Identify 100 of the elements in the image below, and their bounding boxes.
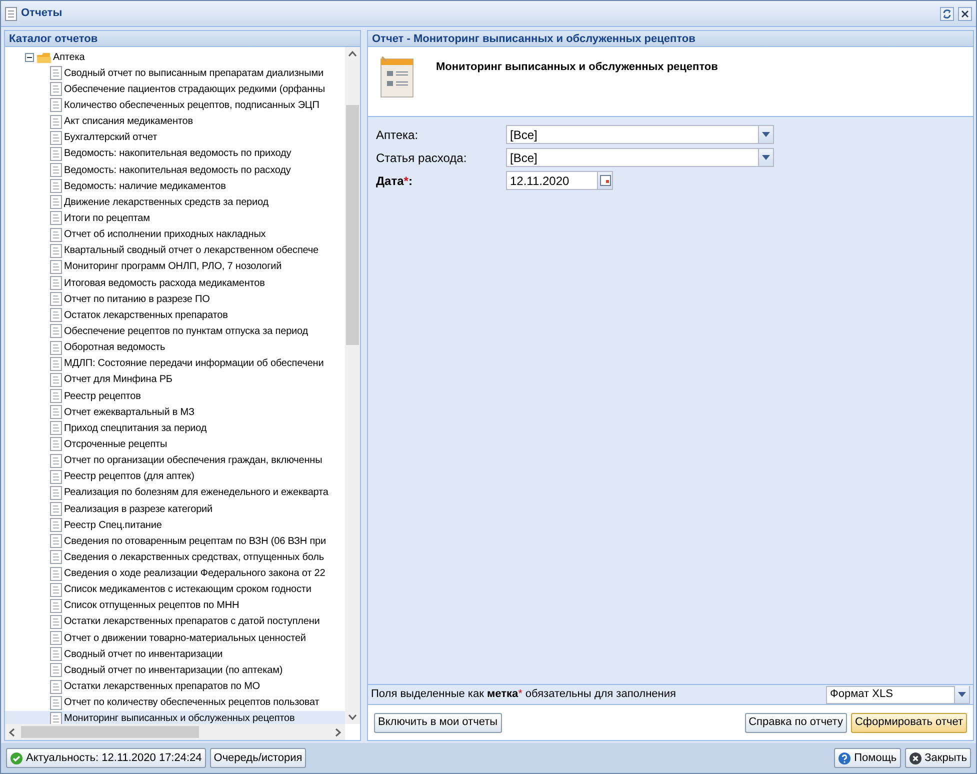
tree-item[interactable]: Ведомость: накопительная ведомость по расходу bbox=[62, 162, 293, 178]
document-icon bbox=[50, 614, 62, 629]
scroll-right-icon[interactable] bbox=[335, 728, 341, 737]
panel-header: Отчет - Мониторинг выписанных и обслуженных рецептов bbox=[368, 31, 973, 47]
help-icon bbox=[838, 752, 852, 764]
tree-item[interactable]: Квартальный сводный отчет о лекарственном обеспече bbox=[62, 243, 320, 258]
vertical-scrollbar[interactable] bbox=[345, 47, 360, 724]
document-icon bbox=[50, 663, 62, 678]
tree-item[interactable]: Мониторинг выписанных и обслуженных рецептов bbox=[62, 711, 297, 724]
status-button[interactable]: Помощь bbox=[834, 748, 901, 768]
document-icon bbox=[50, 502, 62, 516]
tree-item[interactable]: Итоги по рецептам bbox=[62, 210, 152, 226]
tree-item[interactable]: Реестр Спец.питание bbox=[62, 518, 164, 533]
tree-item[interactable]: Отчет для Минфина РБ bbox=[62, 372, 174, 388]
scroll-up-icon[interactable] bbox=[348, 51, 357, 57]
document-icon bbox=[50, 324, 62, 338]
tree-item[interactable]: Отсроченные рецепты bbox=[62, 436, 170, 452]
close-icon bbox=[908, 752, 922, 764]
tree-item[interactable]: Акт списания медикаментов bbox=[62, 114, 195, 130]
tree-item[interactable]: Остаток лекарственных препаратов bbox=[62, 308, 230, 323]
tree-item[interactable]: Отчет ежеквартальный в МЗ bbox=[62, 404, 196, 420]
tree-item[interactable]: Список отпущенных рецептов по МНН bbox=[62, 598, 242, 614]
tree-item[interactable]: МДЛП: Состояние передачи информации об обеспечени bbox=[62, 356, 326, 372]
document-icon bbox=[50, 631, 62, 646]
status-button[interactable]: Очередь/история bbox=[210, 748, 306, 768]
document-icon bbox=[50, 486, 62, 500]
document-icon bbox=[50, 356, 62, 371]
tree-item[interactable]: Список медикаментов с истекающим сроком годности bbox=[62, 582, 314, 598]
tree-item[interactable]: Реализация в разрезе категорий bbox=[62, 502, 215, 516]
collapse-icon[interactable] bbox=[25, 52, 34, 62]
document-icon bbox=[50, 340, 62, 355]
document-icon bbox=[50, 244, 62, 258]
format-select[interactable]: Формат XLS bbox=[826, 686, 970, 704]
tree-item[interactable]: Сведения о лекарственных средствах, отпущенных боль bbox=[62, 550, 326, 565]
document-icon bbox=[50, 582, 62, 597]
tree-item[interactable]: Движение лекарственных средств за период bbox=[62, 194, 270, 210]
tree-item[interactable]: Сводный отчет по инвентаризации bbox=[62, 646, 225, 662]
document-icon bbox=[50, 647, 62, 662]
document-icon bbox=[50, 696, 62, 710]
tree-item[interactable]: Сводный отчет по инвентаризации (по аптекам) bbox=[62, 662, 285, 678]
horizontal-scrollbar[interactable] bbox=[5, 724, 345, 740]
document-icon bbox=[50, 534, 62, 548]
document-icon bbox=[50, 550, 62, 564]
refresh-icon bbox=[942, 8, 952, 18]
tree-item[interactable]: Сведения о ходе реализации Федерального закона от 22 bbox=[62, 566, 328, 582]
tree-item[interactable]: Отчет по количеству обеспеченных рецептов пользоват bbox=[62, 695, 322, 710]
tree-item[interactable]: Реестр рецептов (для аптек) bbox=[62, 469, 196, 484]
tree-item[interactable]: Остатки лекарственных препаратов по МО bbox=[62, 679, 262, 694]
document-icon bbox=[50, 712, 62, 724]
document-icon bbox=[50, 470, 62, 484]
document-icon bbox=[50, 211, 62, 226]
tree-item[interactable]: Итоговая ведомость расхода медикаментов bbox=[62, 276, 267, 291]
status-button[interactable]: Актуальность: 12.11.2020 17:24:24 bbox=[6, 748, 206, 768]
document-icon bbox=[50, 228, 62, 242]
document-icon bbox=[50, 130, 62, 145]
document-icon bbox=[5, 6, 17, 20]
dropdown-arrow-icon bbox=[958, 692, 966, 697]
document-icon bbox=[50, 566, 62, 581]
select-field[interactable]: [Все] bbox=[506, 148, 774, 167]
field-label: Дата*: bbox=[376, 172, 414, 190]
document-icon bbox=[50, 598, 62, 613]
tree-item[interactable]: Ведомость: накопительная ведомость по приходу bbox=[62, 146, 294, 162]
tree-item[interactable]: Сводный отчет по выписанным препаратам диализными bbox=[62, 66, 326, 81]
calendar-icon bbox=[600, 175, 610, 186]
document-icon bbox=[50, 98, 62, 112]
tree-item[interactable]: Обеспечение пациентов страдающих редкими (орфанны bbox=[62, 82, 328, 97]
tree-item[interactable]: Сведения по отоваренным рецептам по ВЗН (06 ВЗН при bbox=[62, 534, 328, 549]
tree-item[interactable]: Отчет по питанию в разрезе ПО bbox=[62, 292, 212, 307]
select-field[interactable]: [Все] bbox=[506, 125, 774, 144]
report-heading: Мониторинг выписанных и обслуженных рецептов bbox=[436, 60, 718, 75]
scroll-left-icon[interactable] bbox=[9, 728, 15, 737]
document-icon bbox=[50, 292, 62, 306]
tree-item[interactable]: Отчет об исполнении приходных накладных bbox=[62, 227, 268, 242]
tree-item[interactable]: Приход спецпитания за период bbox=[62, 420, 209, 436]
document-icon bbox=[50, 66, 62, 80]
tree-item[interactable]: Оборотная ведомость bbox=[62, 340, 168, 356]
tree-item[interactable]: Бухгалтерский отчет bbox=[62, 130, 160, 146]
action-button[interactable]: Включить в мои отчеты bbox=[374, 712, 502, 732]
tree-item[interactable]: Количество обеспеченных рецептов, подписанных ЭЦП bbox=[62, 98, 322, 113]
document-icon bbox=[50, 421, 62, 436]
document-icon bbox=[50, 389, 62, 404]
tree-item[interactable]: Мониторинг программ ОНЛП, РЛО, 7 нозологий bbox=[62, 259, 284, 274]
window-title: Отчеты bbox=[21, 6, 62, 22]
status-button[interactable]: Закрыть bbox=[904, 748, 971, 768]
action-button[interactable]: Справка по отчету bbox=[744, 712, 847, 732]
tree-item[interactable]: Реализация по болезням для еженедельного и ежекварта bbox=[62, 485, 330, 500]
tree-item[interactable]: Аптека bbox=[51, 50, 87, 65]
tree-item[interactable]: Ведомость: наличие медикаментов bbox=[62, 178, 228, 194]
document-icon bbox=[50, 179, 62, 194]
date-field[interactable]: 12.11.2020 bbox=[506, 171, 613, 190]
tree-item[interactable]: Отчет по организации обеспечения граждан, включенны bbox=[62, 453, 324, 468]
refresh-button[interactable] bbox=[940, 6, 954, 20]
tree-item[interactable]: Отчет о движении товарно-материальных ценностей bbox=[62, 630, 308, 646]
generate-button[interactable]: Сформировать отчет bbox=[850, 712, 967, 732]
tree-item[interactable]: Обеспечение рецептов по пунктам отпуска за период bbox=[62, 324, 310, 339]
panel-header: Каталог отчетов bbox=[5, 31, 360, 47]
tree-item[interactable]: Остатки лекарственных препаратов с датой поступлени bbox=[62, 614, 322, 630]
close-button[interactable] bbox=[958, 6, 972, 20]
scroll-down-icon[interactable] bbox=[348, 714, 357, 720]
tree-item[interactable]: Реестр рецептов bbox=[62, 388, 143, 404]
